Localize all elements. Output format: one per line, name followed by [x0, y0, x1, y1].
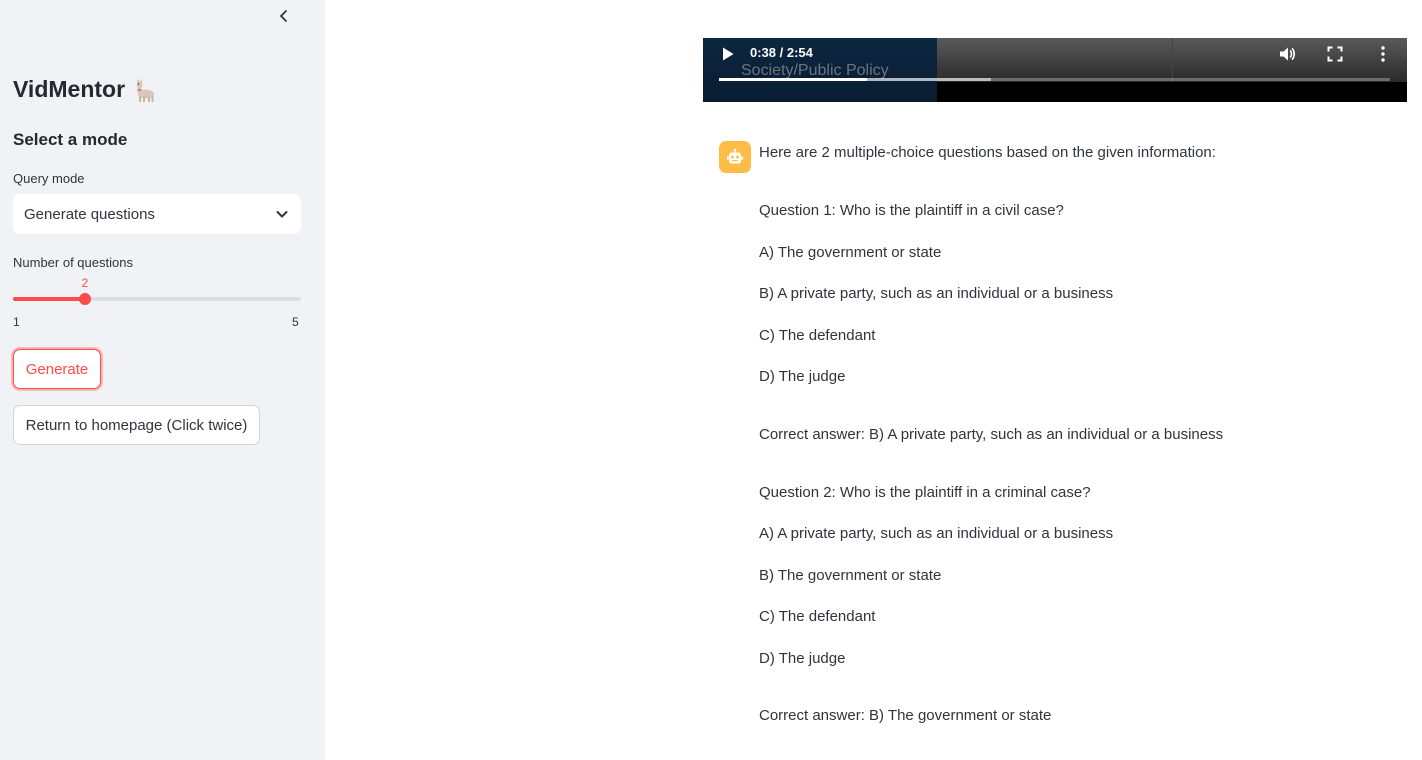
- sidebar: VidMentor Select a mode Query mode Gener…: [0, 0, 325, 760]
- return-homepage-button[interactable]: Return to homepage (Click twice): [13, 405, 260, 445]
- fullscreen-icon[interactable]: [1327, 46, 1343, 62]
- assistant-avatar: [719, 141, 751, 173]
- app-title: VidMentor: [13, 76, 157, 103]
- q1-option-a: A) The government or state: [759, 244, 942, 261]
- question-1: Question 1: Who is the plaintiff in a ci…: [759, 202, 1064, 219]
- video-frame-divider: [1172, 38, 1173, 82]
- more-vertical-icon[interactable]: [1376, 45, 1390, 63]
- slider-max: 5: [292, 315, 299, 329]
- video-time: 0:38 / 2:54: [750, 45, 813, 60]
- query-mode-label: Query mode: [13, 171, 85, 186]
- q1-correct-answer: Correct answer: B) A private party, such…: [759, 426, 1224, 443]
- q2-correct-answer: Correct answer: B) The government or sta…: [759, 707, 1052, 724]
- slider-fill: [13, 297, 85, 301]
- llama-icon: [136, 78, 155, 102]
- collapse-sidebar-button[interactable]: [272, 4, 296, 28]
- app-title-text: VidMentor: [13, 76, 126, 102]
- slider-min: 1: [13, 315, 20, 329]
- slider-thumb[interactable]: [79, 293, 91, 305]
- num-questions-label: Number of questions: [13, 255, 133, 270]
- query-mode-value: Generate questions: [24, 205, 155, 223]
- q1-option-d: D) The judge: [759, 368, 846, 385]
- robot-icon: [727, 148, 743, 164]
- q1-option-b: B) A private party, such as an individua…: [759, 285, 1114, 302]
- chat-intro: Here are 2 multiple-choice questions bas…: [759, 144, 1216, 161]
- query-mode-select[interactable]: Generate questions: [13, 194, 301, 234]
- mode-heading: Select a mode: [13, 130, 128, 149]
- play-icon[interactable]: [721, 46, 735, 62]
- q1-option-c: C) The defendant: [759, 327, 876, 344]
- volume-icon[interactable]: [1278, 45, 1296, 63]
- q2-option-a: A) A private party, such as an individua…: [759, 525, 1114, 542]
- generate-button[interactable]: Generate: [13, 349, 101, 389]
- video-player[interactable]: Society/Public Policy 0:38 / 2:54: [703, 38, 1407, 102]
- chevron-left-icon: [280, 10, 287, 22]
- question-2: Question 2: Who is the plaintiff in a cr…: [759, 484, 1091, 501]
- q2-option-d: D) The judge: [759, 650, 846, 667]
- chevron-down-icon: [276, 211, 288, 218]
- num-questions-slider[interactable]: [13, 293, 301, 305]
- q2-option-c: C) The defendant: [759, 608, 876, 625]
- video-progress-bar[interactable]: [719, 78, 1390, 81]
- video-played: [719, 78, 867, 81]
- slider-value: 2: [81, 276, 89, 290]
- q2-option-b: B) The government or state: [759, 567, 942, 584]
